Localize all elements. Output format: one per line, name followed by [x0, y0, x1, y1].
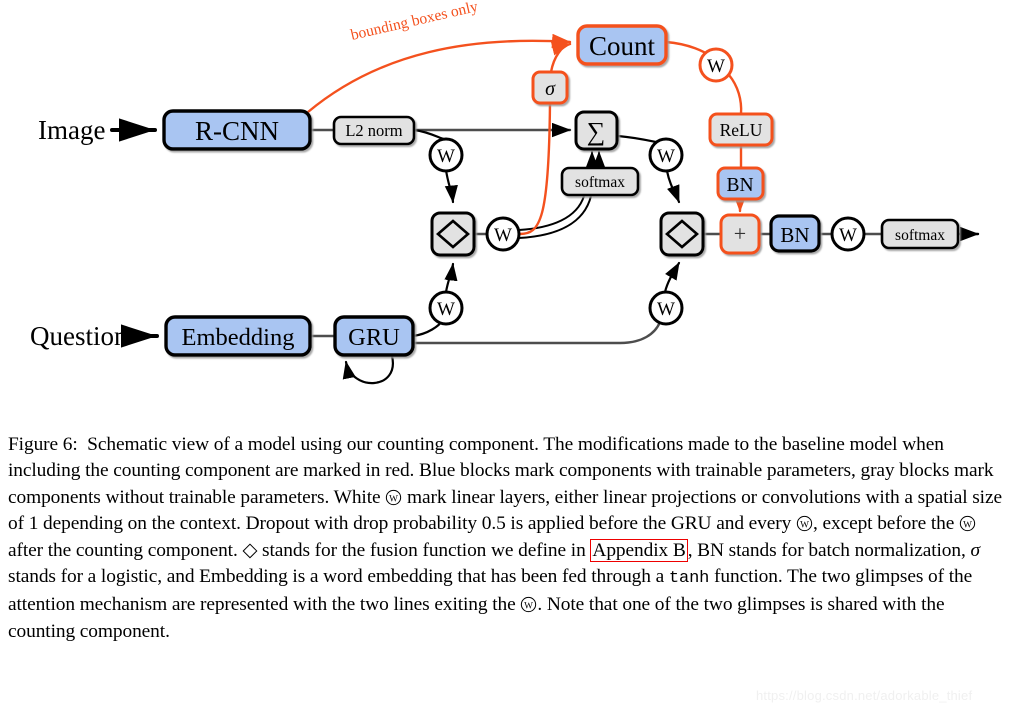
svg-text:W: W [800, 521, 809, 531]
question-input-label: Question [30, 321, 128, 351]
block-bn-main[interactable]: BN [769, 214, 821, 253]
diagram-blocks: R-CNN L2 norm Count σ ∑ softmax ReLU BN … [162, 24, 960, 357]
linear-layer-w-question-right[interactable]: W [648, 290, 684, 326]
edge-attention-to-sigma [518, 100, 552, 236]
caption-text-6: stands for a logistic, and Embedding is … [8, 566, 669, 588]
linear-layer-nodes: W W W W W W W [428, 47, 866, 326]
linear-layer-w-attention[interactable]: W [485, 216, 521, 252]
block-embedding[interactable]: Embedding [164, 315, 312, 357]
bounding-boxes-label: bounding boxes only [349, 0, 480, 44]
linear-layer-w-sum[interactable]: W [648, 137, 684, 173]
edge-w-to-fusion-right [665, 169, 681, 204]
image-input-label: Image [38, 115, 105, 145]
model-architecture-diagram: bounding boxes only Image Question R-CNN [30, 0, 980, 385]
w-circle-icon: W [959, 515, 976, 532]
watermark-text: https://blog.csdn.net/adorkable_thief [756, 688, 973, 703]
fusion-nodes [430, 211, 705, 257]
svg-text:W: W [839, 225, 857, 246]
edge-gru-to-w-right [411, 320, 662, 345]
fusion-node-right[interactable] [659, 211, 705, 257]
block-plus[interactable]: + [719, 213, 761, 255]
block-label: σ [545, 78, 556, 100]
block-softmax-attention[interactable]: softmax [560, 166, 640, 197]
svg-text:W: W [657, 299, 675, 320]
block-r-cnn[interactable]: R-CNN [162, 109, 312, 151]
edge-w-count-to-relu [727, 73, 743, 116]
block-label: softmax [575, 174, 625, 191]
diagram-input-labels: Image Question [30, 115, 128, 351]
edge-w-right-to-fusion-right [663, 261, 681, 294]
block-label: L2 norm [345, 121, 402, 140]
linear-layer-w-l2norm[interactable]: W [428, 137, 464, 173]
block-gru[interactable]: GRU [333, 315, 415, 357]
block-label: Embedding [182, 324, 295, 351]
svg-text:W: W [494, 225, 512, 246]
block-relu[interactable]: ReLU [708, 112, 774, 147]
block-bn-count[interactable]: BN [716, 166, 765, 201]
caption-text-4: after the counting component. ◇ stands f… [8, 539, 591, 561]
block-label: softmax [895, 227, 945, 244]
w-circle-icon: W [385, 489, 402, 506]
block-label: ReLU [720, 120, 763, 140]
edge-w-to-fusion-left [444, 168, 458, 204]
edge-l2norm-to-w [412, 128, 446, 141]
block-label: BN [726, 175, 753, 196]
block-label: ∑ [587, 117, 606, 146]
caption-label: Figure 6: [8, 434, 78, 455]
block-sum[interactable]: ∑ [574, 110, 619, 151]
figure-6: bounding boxes only Image Question R-CNN [0, 0, 1011, 716]
svg-text:W: W [437, 299, 455, 320]
svg-text:W: W [707, 56, 725, 77]
block-label: Count [589, 31, 656, 61]
block-label: BN [780, 223, 809, 247]
block-label: + [734, 221, 746, 246]
linear-layer-w-final[interactable]: W [830, 216, 866, 252]
edge-gru-self-loop [342, 354, 394, 385]
svg-text:W: W [657, 146, 675, 167]
edge-rcnn-to-count-bboxes [306, 33, 572, 114]
caption-text-3: , except before the [812, 513, 960, 535]
linear-layer-w-count[interactable]: W [698, 47, 734, 83]
block-sigma[interactable]: σ [531, 70, 569, 105]
svg-text:W: W [963, 521, 972, 531]
svg-text:W: W [525, 602, 534, 612]
diagram-annotations: bounding boxes only [349, 0, 480, 44]
edge-w-left-to-fusion-left [444, 262, 458, 294]
caption-text-5: , BN stands for batch normalization, [687, 539, 971, 561]
appendix-b-link[interactable]: Appendix B [590, 538, 688, 562]
svg-text:W: W [437, 146, 455, 167]
w-circle-icon: W [796, 515, 813, 532]
block-l2-norm[interactable]: L2 norm [332, 115, 416, 146]
fusion-node-left[interactable] [430, 211, 476, 257]
sigma-symbol: σ [970, 539, 980, 561]
block-label: R-CNN [195, 116, 279, 146]
figure-caption: Figure 6: Schematic view of a model usin… [8, 432, 1004, 645]
tanh-word: tanh [668, 569, 710, 589]
block-label: GRU [348, 324, 400, 351]
edge-glimpse-line-a [518, 195, 585, 231]
block-count[interactable]: Count [576, 24, 668, 66]
edge-sigma-to-count [549, 41, 572, 74]
w-circle-icon: W [520, 596, 537, 613]
svg-text:W: W [389, 494, 398, 504]
linear-layer-w-question-left[interactable]: W [428, 290, 464, 326]
block-softmax-output[interactable]: softmax [880, 218, 960, 250]
